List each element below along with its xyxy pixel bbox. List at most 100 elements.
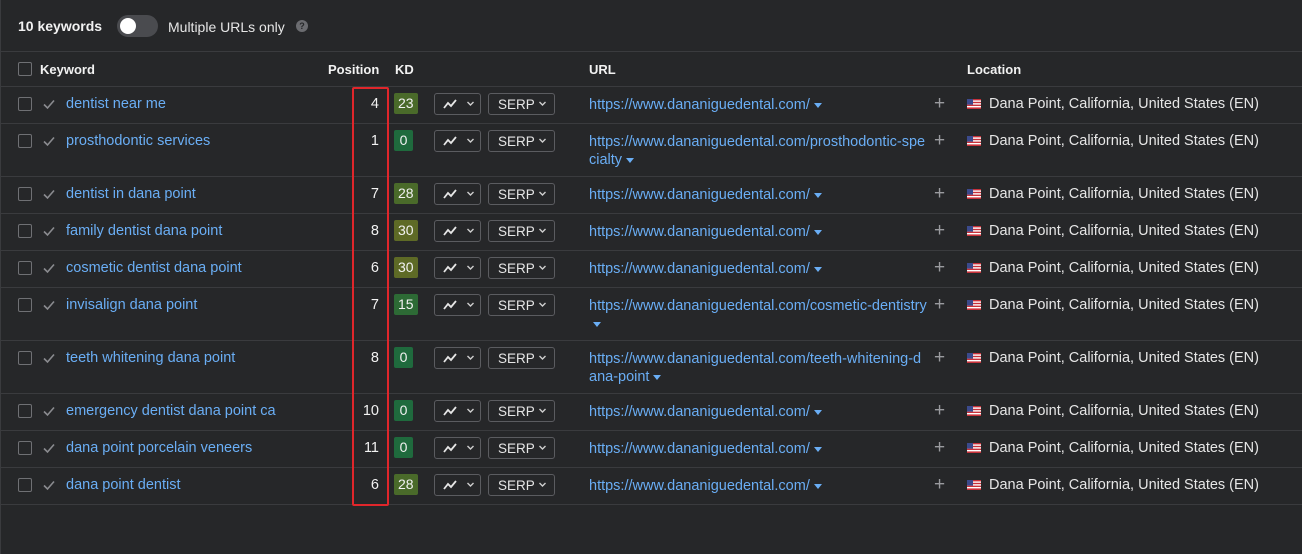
kd-badge: 0 bbox=[394, 437, 413, 458]
keyword-link[interactable]: dana point porcelain veneers bbox=[66, 440, 252, 456]
header-url[interactable]: URL bbox=[589, 62, 616, 77]
url-link[interactable]: https://www.dananiguedental.com/ bbox=[589, 186, 929, 204]
position-value: 11 bbox=[363, 440, 379, 456]
url-text: https://www.dananiguedental.com/cosmetic… bbox=[589, 298, 927, 314]
keyword-link[interactable]: prosthodontic services bbox=[66, 133, 210, 149]
url-caret-icon[interactable] bbox=[813, 446, 822, 452]
header-position[interactable]: Position bbox=[328, 62, 379, 77]
trend-icon bbox=[443, 443, 457, 453]
header-keyword[interactable]: Keyword bbox=[40, 62, 95, 77]
keyword-link[interactable]: family dentist dana point bbox=[66, 223, 222, 239]
url-link[interactable]: https://www.dananiguedental.com/teeth-wh… bbox=[589, 350, 929, 386]
trend-button[interactable] bbox=[434, 93, 481, 115]
url-link[interactable]: https://www.dananiguedental.com/ bbox=[589, 260, 929, 278]
serp-button[interactable]: SERP bbox=[488, 347, 555, 369]
row-checkbox[interactable] bbox=[18, 97, 32, 111]
trend-button[interactable] bbox=[434, 183, 481, 205]
trend-button[interactable] bbox=[434, 294, 481, 316]
row-checkbox[interactable] bbox=[18, 441, 32, 455]
select-all-checkbox[interactable] bbox=[18, 62, 32, 76]
url-caret-icon[interactable] bbox=[813, 266, 822, 272]
trend-button[interactable] bbox=[434, 130, 481, 152]
serp-button[interactable]: SERP bbox=[488, 220, 555, 242]
row-checkbox[interactable] bbox=[18, 224, 32, 238]
multiple-urls-toggle[interactable] bbox=[117, 15, 158, 37]
url-link[interactable]: https://www.dananiguedental.com/ bbox=[589, 96, 929, 114]
keyword-count: 10 keywords bbox=[18, 18, 103, 34]
add-url-icon[interactable]: + bbox=[934, 131, 945, 150]
add-url-icon[interactable]: + bbox=[934, 221, 945, 240]
keyword-link[interactable]: cosmetic dentist dana point bbox=[66, 260, 242, 276]
serp-button[interactable]: SERP bbox=[488, 437, 555, 459]
serp-button[interactable]: SERP bbox=[488, 93, 555, 115]
add-url-icon[interactable]: + bbox=[934, 94, 945, 113]
location-text: Dana Point, California, United States (E… bbox=[989, 297, 1259, 313]
check-icon bbox=[43, 406, 55, 417]
url-link[interactable]: https://www.dananiguedental.com/ bbox=[589, 477, 929, 495]
row-checkbox[interactable] bbox=[18, 404, 32, 418]
add-url-icon[interactable]: + bbox=[934, 401, 945, 420]
url-link[interactable]: https://www.dananiguedental.com/ bbox=[589, 440, 929, 458]
serp-button[interactable]: SERP bbox=[488, 474, 555, 496]
serp-button[interactable]: SERP bbox=[488, 257, 555, 279]
url-link[interactable]: https://www.dananiguedental.com/prosthod… bbox=[589, 133, 929, 169]
table-row: teeth whitening dana point 8 0 SERP http… bbox=[1, 341, 1302, 394]
keyword-link[interactable]: dentist in dana point bbox=[66, 186, 196, 202]
row-checkbox[interactable] bbox=[18, 351, 32, 365]
url-caret-icon[interactable] bbox=[813, 192, 822, 198]
serp-button[interactable]: SERP bbox=[488, 183, 555, 205]
keyword-link[interactable]: emergency dentist dana point ca bbox=[66, 403, 276, 419]
us-flag-icon bbox=[967, 353, 981, 363]
url-caret-icon[interactable] bbox=[813, 409, 822, 415]
check-icon bbox=[43, 263, 55, 274]
header-location[interactable]: Location bbox=[967, 62, 1021, 77]
url-link[interactable]: https://www.dananiguedental.com/ bbox=[589, 403, 929, 421]
url-link[interactable]: https://www.dananiguedental.com/cosmetic… bbox=[589, 297, 929, 333]
row-checkbox[interactable] bbox=[18, 298, 32, 312]
url-caret-icon[interactable] bbox=[626, 157, 635, 163]
add-url-icon[interactable]: + bbox=[934, 184, 945, 203]
chevron-down-icon bbox=[467, 408, 474, 413]
trend-button[interactable] bbox=[434, 400, 481, 422]
serp-button[interactable]: SERP bbox=[488, 130, 555, 152]
trend-button[interactable] bbox=[434, 474, 481, 496]
trend-button[interactable] bbox=[434, 257, 481, 279]
add-url-icon[interactable]: + bbox=[934, 295, 945, 314]
keyword-link[interactable]: teeth whitening dana point bbox=[66, 350, 235, 366]
table-row: dana point dentist 6 28 SERP https://www… bbox=[1, 468, 1302, 505]
add-url-icon[interactable]: + bbox=[934, 348, 945, 367]
keyword-link[interactable]: dana point dentist bbox=[66, 477, 180, 493]
kd-badge: 30 bbox=[394, 220, 418, 241]
add-url-icon[interactable]: + bbox=[934, 258, 945, 277]
chevron-down-icon bbox=[467, 265, 474, 270]
position-value: 7 bbox=[370, 297, 379, 313]
trend-button[interactable] bbox=[434, 437, 481, 459]
header-kd[interactable]: KD bbox=[395, 62, 414, 77]
toggle-knob bbox=[120, 18, 136, 34]
chevron-down-icon bbox=[467, 101, 474, 106]
serp-button[interactable]: SERP bbox=[488, 400, 555, 422]
url-caret-icon[interactable] bbox=[813, 483, 822, 489]
check-icon bbox=[43, 136, 55, 147]
url-caret-icon[interactable] bbox=[813, 102, 822, 108]
trend-button[interactable] bbox=[434, 347, 481, 369]
help-icon[interactable]: ? bbox=[296, 20, 308, 32]
url-caret-icon[interactable] bbox=[593, 321, 601, 327]
row-checkbox[interactable] bbox=[18, 261, 32, 275]
row-checkbox[interactable] bbox=[18, 478, 32, 492]
keyword-link[interactable]: invisalign dana point bbox=[66, 297, 197, 313]
url-link[interactable]: https://www.dananiguedental.com/ bbox=[589, 223, 929, 241]
trend-icon bbox=[443, 353, 457, 363]
add-url-icon[interactable]: + bbox=[934, 475, 945, 494]
url-text: https://www.dananiguedental.com/ bbox=[589, 404, 810, 420]
add-url-icon[interactable]: + bbox=[934, 438, 945, 457]
serp-button[interactable]: SERP bbox=[488, 294, 555, 316]
row-checkbox[interactable] bbox=[18, 187, 32, 201]
chevron-down-icon bbox=[467, 228, 474, 233]
position-value: 1 bbox=[370, 133, 379, 149]
row-checkbox[interactable] bbox=[18, 134, 32, 148]
keyword-link[interactable]: dentist near me bbox=[66, 96, 166, 112]
url-caret-icon[interactable] bbox=[653, 374, 662, 380]
trend-button[interactable] bbox=[434, 220, 481, 242]
url-caret-icon[interactable] bbox=[813, 229, 822, 235]
